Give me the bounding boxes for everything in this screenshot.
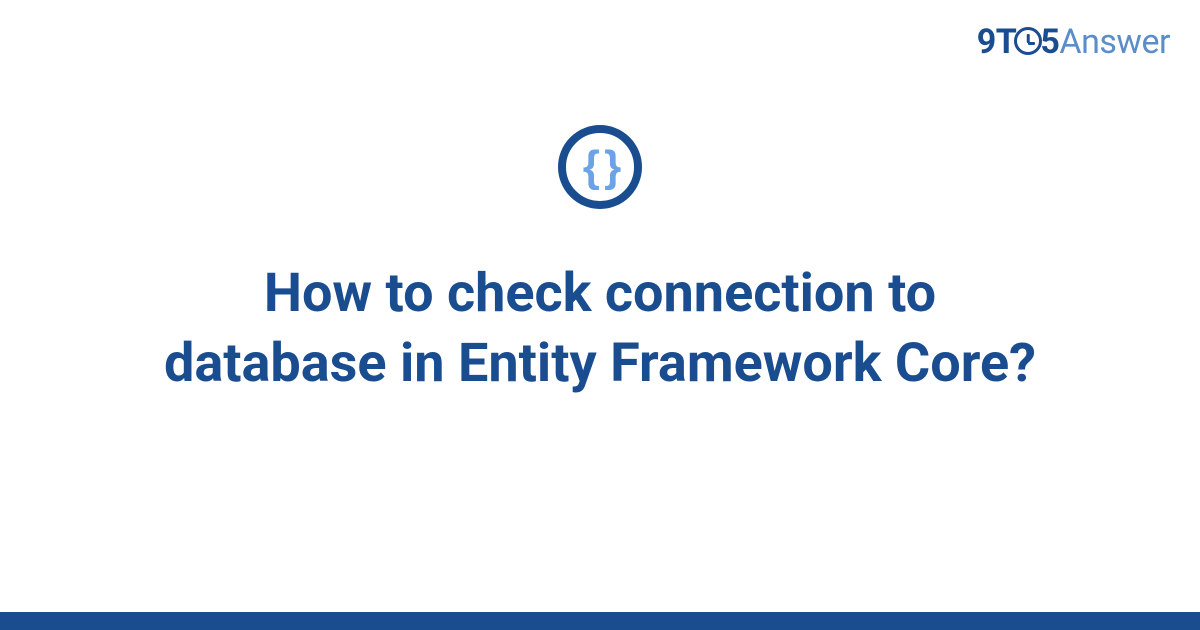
clock-icon — [1014, 27, 1042, 55]
main-content: { } How to check connection to database … — [0, 125, 1200, 399]
logo-part-9t: 9T — [977, 22, 1017, 62]
category-icon-circle: { } — [558, 125, 642, 209]
footer-bar — [0, 612, 1200, 630]
logo-part-answer: Answer — [1059, 22, 1170, 62]
code-braces-icon: { } — [583, 145, 617, 189]
site-logo: 9T 5Answer — [977, 22, 1170, 62]
logo-part-5: 5 — [1040, 22, 1059, 62]
question-title: How to check connection to database in E… — [110, 259, 1090, 399]
